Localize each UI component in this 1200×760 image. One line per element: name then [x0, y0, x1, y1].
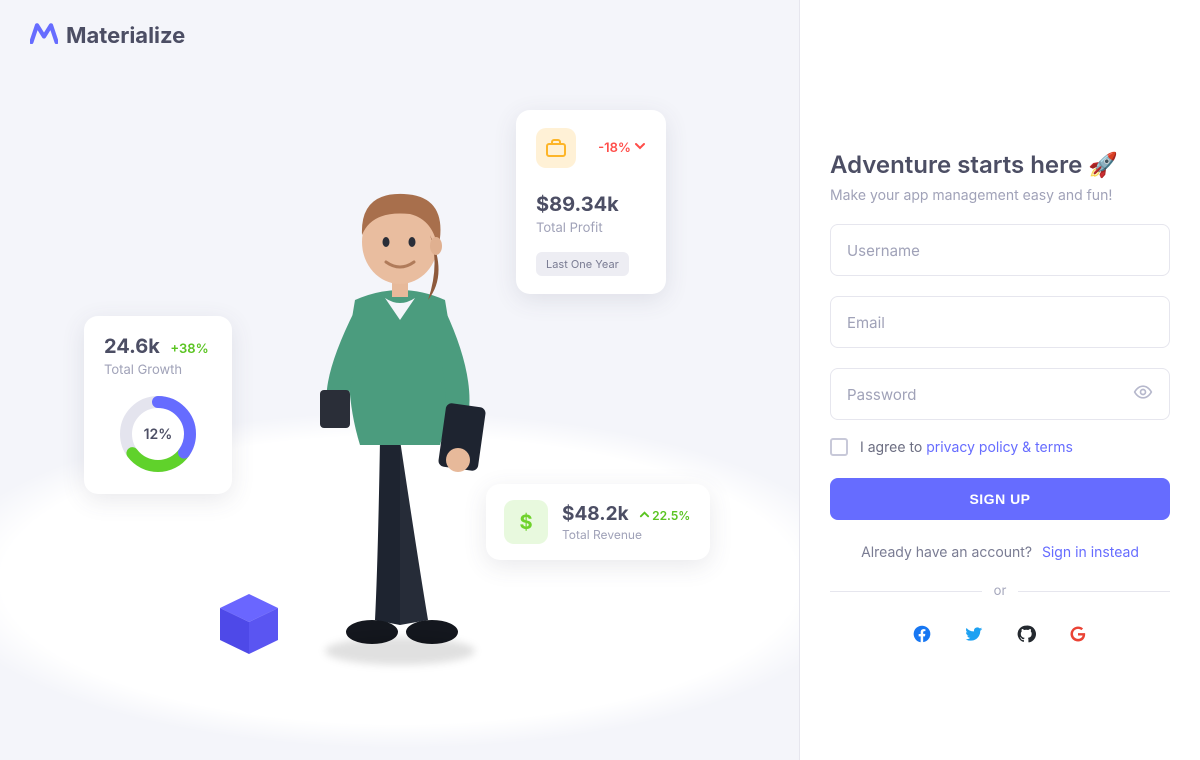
email-field[interactable]: Email	[830, 296, 1170, 348]
have-account-row: Already have an account? Sign in instead	[830, 544, 1170, 561]
chevron-up-icon	[639, 508, 650, 523]
username-field[interactable]: Username	[830, 224, 1170, 276]
profit-value: $89.34k	[536, 192, 646, 216]
profit-change: -18%	[598, 140, 646, 156]
briefcase-icon	[536, 128, 576, 168]
revenue-card: $ $48.2k 22.5% Total Revenue	[486, 484, 710, 560]
github-icon[interactable]	[1015, 623, 1037, 645]
character-illustration	[300, 180, 500, 660]
terms-link[interactable]: privacy policy & terms	[926, 439, 1073, 456]
password-placeholder: Password	[847, 385, 916, 404]
password-field[interactable]: Password	[830, 368, 1170, 420]
brand-logo-icon	[30, 22, 58, 50]
google-icon[interactable]	[1067, 623, 1089, 645]
social-login-row	[830, 623, 1170, 645]
eye-icon[interactable]	[1133, 382, 1153, 406]
username-placeholder: Username	[847, 241, 920, 260]
brand: Materialize	[30, 22, 185, 50]
revenue-label: Total Revenue	[562, 527, 690, 542]
auth-form-pane: Adventure starts here 🚀 Make your app ma…	[800, 0, 1200, 760]
divider-or: or	[830, 583, 1170, 599]
agree-checkbox[interactable]	[830, 438, 848, 456]
agree-row: I agree to privacy policy & terms	[830, 438, 1170, 456]
signup-button[interactable]: SIGN UP	[830, 478, 1170, 520]
profit-label: Total Profit	[536, 220, 646, 236]
signin-link[interactable]: Sign in instead	[1042, 544, 1139, 561]
agree-text: I agree to privacy policy & terms	[860, 439, 1073, 456]
growth-card: 24.6k +38% Total Growth 12%	[84, 316, 232, 494]
email-placeholder: Email	[847, 313, 885, 332]
growth-value: 24.6k	[104, 334, 160, 358]
revenue-change: 22.5%	[639, 508, 690, 523]
twitter-icon[interactable]	[963, 623, 985, 645]
growth-change: +38%	[170, 341, 208, 357]
brand-name: Materialize	[66, 23, 185, 49]
chevron-down-icon	[634, 140, 646, 156]
dollar-icon: $	[504, 500, 548, 544]
profit-period-pill: Last One Year	[536, 252, 629, 276]
growth-donut: 12%	[116, 392, 200, 476]
page-subtitle: Make your app management easy and fun!	[830, 187, 1170, 204]
growth-ring-center: 12%	[116, 392, 200, 476]
facebook-icon[interactable]	[911, 623, 933, 645]
decorative-cube	[214, 590, 284, 660]
illustration-pane: Materialize	[0, 0, 800, 760]
growth-label: Total Growth	[104, 362, 212, 378]
page-title: Adventure starts here 🚀	[830, 150, 1170, 179]
profit-card: -18% $89.34k Total Profit Last One Year	[516, 110, 666, 294]
revenue-value: $48.2k	[562, 502, 629, 525]
